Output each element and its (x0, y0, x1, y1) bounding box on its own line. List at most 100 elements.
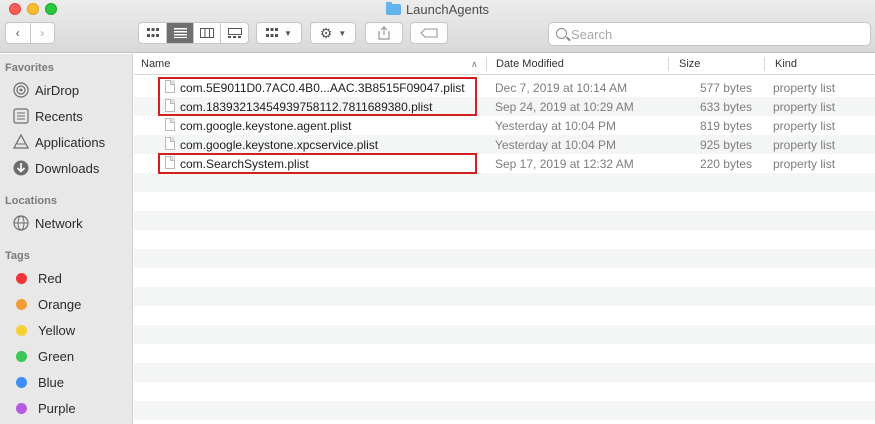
group-by-button[interactable]: ▼ (256, 22, 302, 44)
chevron-left-icon: ‹ (15, 26, 20, 40)
empty-row (134, 249, 875, 268)
file-kind: property list (773, 138, 836, 152)
folder-icon (385, 2, 401, 15)
file-kind: property list (773, 81, 836, 95)
file-row[interactable]: com.google.keystone.xpcservice.plist Yes… (134, 135, 875, 154)
search-icon (556, 28, 567, 39)
sidebar-tag-purple[interactable]: Purple (12, 397, 76, 419)
column-header-date-modified[interactable]: Date Modified (496, 58, 564, 70)
action-menu-button[interactable]: ⚙ ▼ (310, 22, 356, 44)
sidebar-item-label: Downloads (35, 160, 100, 176)
tag-icon (420, 28, 438, 38)
tag-button[interactable] (410, 22, 448, 44)
tag-yellow-dot-icon (16, 324, 27, 336)
share-icon (378, 26, 390, 40)
sidebar-tag-orange[interactable]: Orange (12, 293, 81, 315)
file-name: com.SearchSystem.plist (180, 157, 309, 171)
column-view-icon (200, 28, 214, 38)
column-view-button[interactable] (194, 23, 221, 43)
applications-icon (12, 134, 29, 151)
sidebar-item-label: Purple (38, 400, 76, 416)
gallery-view-icon (227, 28, 242, 38)
file-size: 633 bytes (699, 100, 752, 114)
plist-file-icon (165, 80, 175, 93)
tag-red-dot-icon (16, 272, 27, 284)
column-divider[interactable] (668, 57, 669, 71)
sidebar-tag-green[interactable]: Green (12, 345, 74, 367)
view-mode-control (138, 22, 249, 44)
gallery-view-button[interactable] (221, 23, 248, 43)
sidebar-item-label: Orange (38, 296, 82, 312)
file-date-modified: Dec 7, 2019 at 10:14 AM (495, 81, 628, 95)
file-kind: property list (773, 119, 836, 133)
file-size: 819 bytes (699, 119, 752, 133)
column-header-row: Name ∧ Date Modified Size Kind (134, 54, 875, 75)
file-row[interactable]: com.SearchSystem.plist Sep 17, 2019 at 1… (134, 154, 875, 173)
sidebar-item-label: Red (38, 270, 62, 286)
empty-row (134, 325, 875, 344)
plist-file-icon (165, 156, 175, 169)
search-field[interactable] (548, 22, 871, 46)
file-date-modified: Sep 17, 2019 at 12:32 AM (495, 157, 634, 171)
list-view-button[interactable] (167, 23, 194, 43)
back-button[interactable]: ‹ (6, 23, 31, 43)
empty-row (134, 173, 875, 192)
back-forward-control: ‹ › (5, 22, 55, 44)
empty-row (134, 211, 875, 230)
file-size: 577 bytes (699, 81, 752, 95)
file-kind: property list (773, 100, 836, 114)
column-header-name[interactable]: Name (141, 58, 170, 70)
chevron-down-icon: ▼ (338, 28, 347, 38)
column-header-size[interactable]: Size (679, 58, 700, 70)
sidebar-item-label: Yellow (38, 322, 76, 338)
tag-orange-dot-icon (16, 298, 27, 310)
column-divider[interactable] (486, 57, 487, 71)
sidebar-item-label: Blue (38, 374, 65, 390)
sidebar-item-label: Applications (35, 134, 106, 150)
sidebar-item-network[interactable]: Network (12, 212, 83, 234)
file-row[interactable]: com.18393213454939758112.7811689380.plis… (134, 97, 875, 116)
file-size: 220 bytes (699, 157, 752, 171)
tag-blue-dot-icon (16, 376, 27, 388)
window-title: LaunchAgents (0, 2, 875, 17)
empty-row (134, 363, 875, 382)
list-view-icon (173, 28, 187, 38)
column-header-kind[interactable]: Kind (775, 58, 797, 70)
empty-row (134, 401, 875, 420)
chevron-down-icon: ▼ (284, 28, 292, 38)
sidebar-item-recents[interactable]: Recents (12, 105, 83, 127)
sidebar-tag-blue[interactable]: Blue (12, 371, 64, 393)
file-date-modified: Sep 24, 2019 at 10:29 AM (495, 100, 634, 114)
column-divider[interactable] (764, 57, 765, 71)
chevron-right-icon: › (40, 26, 45, 40)
file-date-modified: Yesterday at 10:04 PM (495, 119, 616, 133)
tag-green-dot-icon (16, 350, 27, 362)
window-title-text: LaunchAgents (405, 2, 490, 17)
share-button[interactable] (365, 22, 403, 44)
icon-view-button[interactable] (139, 23, 167, 43)
sidebar-item-downloads[interactable]: Downloads (12, 157, 99, 179)
sidebar-item-label: Network (35, 215, 83, 231)
sidebar-section-locations: Locations (5, 195, 57, 207)
sidebar-tag-red[interactable]: Red (12, 267, 62, 289)
search-input[interactable] (571, 25, 861, 43)
sidebar-item-label: AirDrop (35, 82, 80, 98)
gear-icon: ⚙ (319, 24, 333, 41)
file-name: com.google.keystone.agent.plist (180, 119, 352, 133)
sidebar-tag-yellow[interactable]: Yellow (12, 319, 75, 341)
network-icon (12, 215, 29, 232)
sidebar-item-applications[interactable]: Applications (12, 131, 105, 153)
file-row[interactable]: com.5E9011D0.7AC0.4B0...AAC.3B8515F09047… (134, 78, 875, 97)
sidebar-item-label: Recents (35, 108, 83, 124)
sidebar-item-airdrop[interactable]: AirDrop (12, 79, 79, 101)
forward-button[interactable]: › (31, 23, 55, 43)
icon-view-icon (146, 28, 159, 37)
sidebar-item-label: Green (38, 348, 75, 364)
sidebar-section-tags: Tags (5, 250, 30, 262)
plist-file-icon (165, 99, 175, 112)
file-row[interactable]: com.google.keystone.agent.plist Yesterda… (134, 116, 875, 135)
empty-row (134, 287, 875, 306)
recents-icon (12, 108, 29, 125)
airdrop-icon (12, 82, 29, 99)
file-name: com.18393213454939758112.7811689380.plis… (180, 100, 433, 114)
